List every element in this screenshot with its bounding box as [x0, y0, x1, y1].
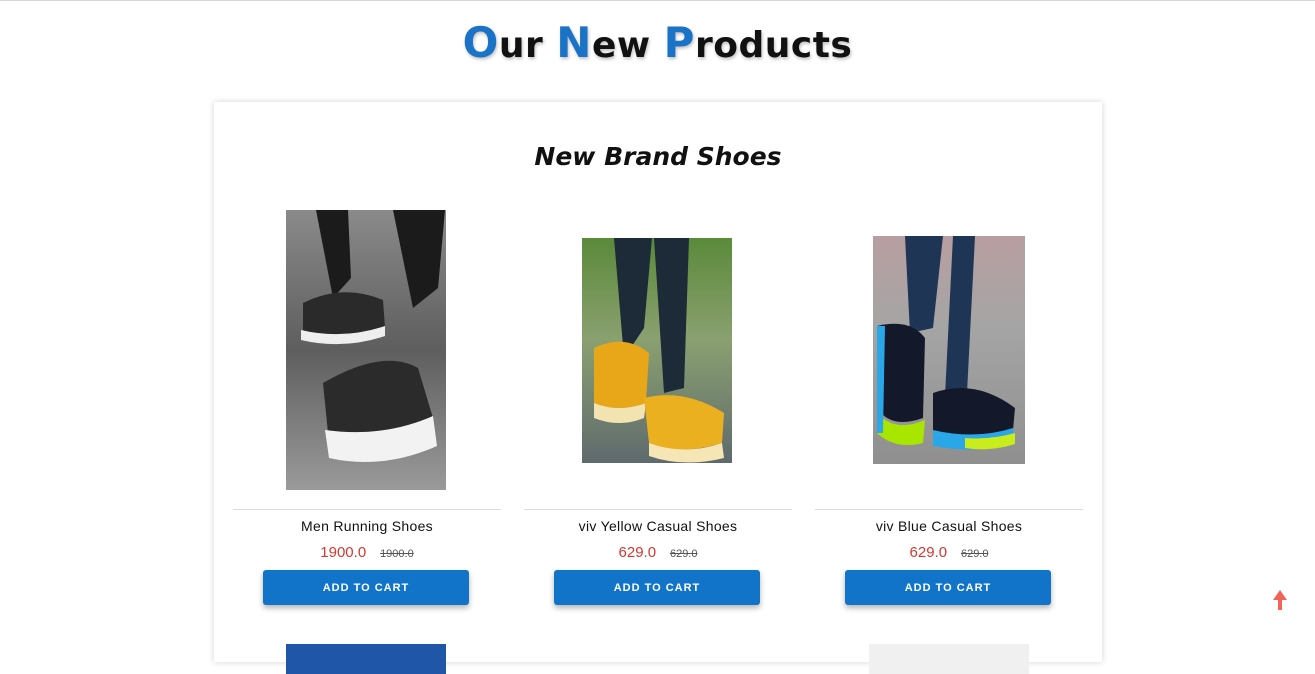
product-prices: 629.0 629.0 [524, 544, 792, 561]
price-original: 1900.0 [380, 548, 414, 560]
title-part: roducts [694, 25, 853, 66]
product-card: viv Yellow Casual Shoes 629.0 629.0 ADD … [524, 102, 792, 662]
add-to-cart-button[interactable]: ADD TO CART [845, 570, 1051, 605]
price-original: 629.0 [960, 548, 989, 560]
add-to-cart-button[interactable]: ADD TO CART [554, 570, 760, 605]
top-divider [0, 0, 1315, 1]
title-part: ew [591, 25, 664, 66]
arrow-up-icon[interactable] [1270, 588, 1290, 612]
page-title: Our New Products [0, 18, 1315, 67]
product-image-next-row[interactable] [869, 644, 1029, 674]
product-image-next-row[interactable] [286, 644, 446, 674]
product-name[interactable]: viv Yellow Casual Shoes [524, 518, 792, 534]
price-current: 629.0 [618, 544, 657, 561]
products-panel: New Brand Shoes Men Running Shoes 1900.0… [214, 102, 1102, 674]
price-current: 629.0 [909, 544, 948, 561]
product-image[interactable] [233, 208, 501, 492]
card-divider [233, 509, 501, 510]
product-image[interactable] [524, 208, 792, 492]
card-divider [815, 509, 1083, 510]
product-name[interactable]: Men Running Shoes [233, 518, 501, 534]
product-prices: 1900.0 1900.0 [233, 544, 501, 561]
title-cap-p: P [663, 18, 695, 67]
product-prices: 629.0 629.0 [815, 544, 1083, 561]
product-image[interactable] [815, 208, 1083, 492]
title-cap-o: O [462, 18, 499, 67]
product-card: viv Blue Casual Shoes 629.0 629.0 ADD TO… [815, 102, 1083, 662]
price-original: 629.0 [669, 548, 698, 560]
card-divider [524, 509, 792, 510]
price-current: 1900.0 [320, 544, 367, 561]
product-card: Men Running Shoes 1900.0 1900.0 ADD TO C… [233, 102, 501, 662]
product-name[interactable]: viv Blue Casual Shoes [815, 518, 1083, 534]
title-cap-n: N [556, 18, 592, 67]
add-to-cart-button[interactable]: ADD TO CART [263, 570, 469, 605]
title-part: ur [498, 25, 557, 66]
